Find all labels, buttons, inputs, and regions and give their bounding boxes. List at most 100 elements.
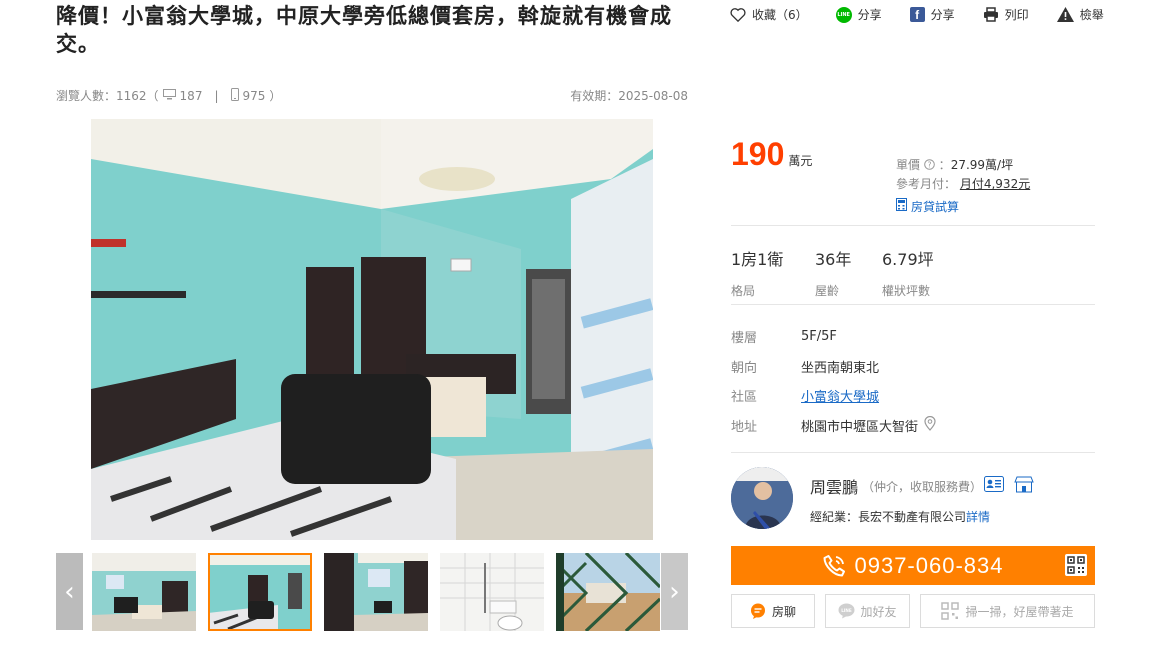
printer-icon — [983, 7, 999, 22]
agent-company-label: 經紀業：長宏不動產有限公司 — [810, 510, 967, 524]
address-value: 桃園市中壢區大智街 — [801, 415, 936, 435]
price-block: 190 萬元 — [731, 136, 812, 173]
main-photo[interactable] — [91, 119, 653, 540]
spec-area: 6.79坪 權狀坪數 — [882, 246, 934, 299]
stats-close-paren: ） — [269, 89, 282, 103]
divider — [731, 304, 1095, 305]
detail-row-community: 社區 小富翁大學城 — [731, 381, 936, 411]
storefront-icon[interactable] — [1014, 476, 1034, 497]
loan-calc-label: 房貸試算 — [911, 200, 960, 214]
spec-summary: 1房1衛 格局 36年 屋齡 6.79坪 權狀坪數 — [731, 246, 934, 299]
qr-code-icon — [941, 602, 960, 620]
spec-layout-label: 格局 — [731, 284, 756, 298]
agent-name[interactable]: 周雲鵬 — [810, 474, 858, 498]
chat-label: 房聊 — [771, 604, 796, 619]
phone-number: 0937-060-834 — [854, 552, 1004, 578]
desktop-views: 187 — [179, 88, 203, 103]
address-label: 地址 — [731, 419, 758, 435]
calculator-icon — [896, 198, 907, 217]
detail-row-floor: 樓層 5F/5F — [731, 322, 936, 352]
avatar[interactable] — [731, 467, 793, 529]
thumbnail-5[interactable] — [556, 553, 660, 631]
spec-age: 36年 屋齡 — [815, 246, 882, 299]
line-gray-icon: LINE — [838, 603, 855, 619]
monthly-payment[interactable]: 月付4,932元 — [960, 177, 1030, 191]
thumbnail-1[interactable] — [92, 553, 196, 631]
address-text: 桃園市中壢區大智街 — [801, 419, 919, 435]
floor-value: 5F/5F — [801, 329, 837, 345]
spec-layout-value: 1房1衛 — [731, 250, 784, 269]
detail-table: 樓層 5F/5F 朝向 坐西南朝東北 社區 小富翁大學城 地址 桃園市中壢區大智… — [731, 322, 936, 440]
call-phone-button[interactable]: 0937-060-834 — [731, 546, 1095, 585]
thumbnail-next-button[interactable]: › — [661, 553, 688, 630]
facing-value: 坐西南朝東北 — [801, 360, 880, 376]
svg-text:LINE: LINE — [842, 608, 853, 613]
secondary-actions: 房聊 LINE 加好友 掃一掃，好屋帶著走 — [731, 594, 1095, 628]
print-label: 列印 — [1004, 8, 1029, 22]
report-button[interactable]: 檢舉 — [1056, 6, 1104, 23]
help-icon[interactable]: ? — [924, 158, 939, 172]
detail-row-address: 地址 桃園市中壢區大智街 — [731, 411, 936, 441]
spec-area-label: 權狀坪數 — [882, 284, 931, 298]
monthly-label: 參考月付： — [896, 177, 957, 191]
add-friend-label: 加好友 — [860, 604, 897, 619]
community-link[interactable]: 小富翁大學城 — [801, 386, 879, 405]
spec-age-value: 36年 — [815, 250, 852, 269]
facebook-icon: f — [909, 7, 925, 22]
unit-price-label: 單價 — [896, 158, 921, 172]
thumbnail-4[interactable] — [440, 553, 544, 631]
qr-code-icon[interactable] — [1065, 554, 1087, 576]
thumbnail-3[interactable] — [324, 553, 428, 631]
line-icon: LINE — [835, 6, 852, 23]
facebook-share-button[interactable]: f 分享 — [909, 6, 955, 23]
action-bar: 收藏（6） LINE 分享 f 分享 列印 檢舉 — [730, 6, 1104, 23]
thumbnail-strip: ‹ › — [56, 553, 688, 631]
unit-price: 27.99萬/坪 — [950, 158, 1014, 172]
agent-name-row: 周雲鵬 （仲介，收取服務費） — [810, 474, 1034, 498]
divider — [731, 452, 1095, 453]
price-unit: 萬元 — [788, 154, 813, 168]
spec-area-value: 6.79坪 — [882, 250, 934, 269]
agent-company-details-link[interactable]: 詳情 — [966, 510, 990, 524]
detail-row-facing: 朝向 坐西南朝東北 — [731, 352, 936, 382]
mobile-views: 975 — [242, 88, 266, 103]
chevron-right-icon: › — [669, 576, 680, 607]
svg-text:?: ? — [927, 160, 931, 169]
price-info: 單價 ? ：27.99萬/坪 參考月付： 月付4,932元 房貸試算 — [896, 156, 1030, 217]
loan-calc-link[interactable]: 房貸試算 — [896, 198, 1030, 217]
line-share-label: 分享 — [857, 8, 882, 22]
line-share-button[interactable]: LINE 分享 — [835, 6, 882, 23]
print-button[interactable]: 列印 — [983, 6, 1029, 23]
floor-label: 樓層 — [731, 331, 758, 347]
agent-role: （仲介，收取服務費） — [862, 479, 983, 494]
phone-icon — [822, 554, 846, 578]
id-card-icon[interactable] — [984, 476, 1005, 496]
valid-until: 有效期：2025-08-08 — [570, 89, 688, 103]
favorite-label: 收藏（6） — [752, 8, 808, 22]
mobile-icon — [230, 87, 239, 104]
add-friend-button[interactable]: LINE 加好友 — [825, 594, 910, 628]
thumbnail-2[interactable] — [208, 553, 312, 631]
view-stats: 瀏覽人數：1162（ 187 | 975 ） 有效期：2025-08-08 — [56, 87, 688, 104]
scan-label: 掃一掃，好屋帶著走 — [965, 604, 1074, 619]
report-label: 檢舉 — [1079, 8, 1104, 22]
chat-bubble-icon — [750, 603, 766, 619]
scan-qr-button[interactable]: 掃一掃，好屋帶著走 — [920, 594, 1095, 628]
spec-layout: 1房1衛 格局 — [731, 246, 815, 299]
agent-card: 周雲鵬 （仲介，收取服務費） 經紀業：長宏不動產有限公司詳情 — [731, 467, 1095, 533]
agent-company: 經紀業：長宏不動產有限公司詳情 — [810, 508, 990, 525]
map-pin-icon[interactable] — [924, 415, 936, 435]
listing-title: 降價！小富翁大學城，中原大學旁低總價套房，斡旋就有機會成交。 — [56, 4, 672, 56]
chat-button[interactable]: 房聊 — [731, 594, 815, 628]
chevron-left-icon: ‹ — [64, 576, 75, 607]
stats-separator: | — [214, 88, 219, 103]
favorite-button[interactable]: 收藏（6） — [730, 6, 808, 23]
price-amount: 190 — [731, 136, 785, 172]
heart-icon — [730, 7, 746, 22]
thumbnail-prev-button[interactable]: ‹ — [56, 553, 83, 630]
facebook-share-label: 分享 — [930, 8, 955, 22]
facing-label: 朝向 — [731, 360, 758, 376]
spec-age-label: 屋齡 — [815, 284, 840, 298]
views-label: 瀏覽人數：1162（ — [56, 89, 159, 103]
desktop-icon — [162, 88, 176, 103]
